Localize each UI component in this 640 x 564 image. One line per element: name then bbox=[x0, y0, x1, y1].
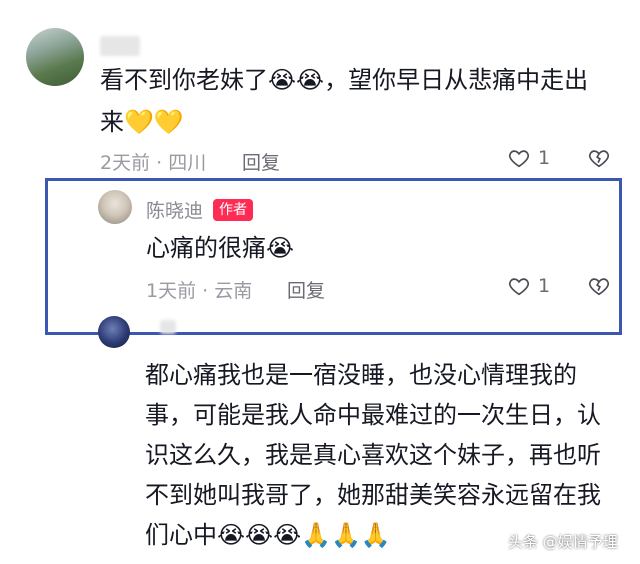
like-button[interactable]: 1 bbox=[508, 147, 550, 169]
comment-text-line: 不到她叫我哥了，她那甜美笑容永远留在我 bbox=[145, 481, 601, 509]
author-name-row: 陈晓迪 作者 bbox=[146, 196, 254, 223]
watermark: 头条 @娱情予理 bbox=[508, 533, 618, 551]
heart-outline-icon bbox=[509, 150, 529, 168]
reply-text: 心痛的很痛😭 bbox=[146, 234, 295, 262]
commenter-avatar[interactable] bbox=[98, 316, 130, 348]
author-avatar[interactable] bbox=[98, 190, 132, 224]
author-username[interactable]: 陈晓迪 bbox=[146, 196, 203, 223]
comment-text: 看不到你老妹了😭😭，望你早日从悲痛中走出 来💛💛 bbox=[100, 62, 620, 140]
comment-text-line: 来💛💛 bbox=[100, 108, 184, 136]
reply-button[interactable]: 回复 bbox=[287, 276, 325, 303]
commenter-username[interactable] bbox=[100, 36, 140, 56]
comment-text-line: 识这么久，我是真心喜欢这个妹子，再也听 bbox=[145, 441, 601, 469]
comment-text: 都心痛我也是一宿没睡，也没心情理我的 事，可能是我人命中最难过的一次生日，认 识… bbox=[145, 355, 615, 555]
broken-heart-icon bbox=[589, 150, 609, 168]
reply-meta: 1天前 · 云南 bbox=[146, 280, 253, 302]
commenter-username[interactable] bbox=[160, 320, 176, 334]
like-count: 1 bbox=[538, 147, 551, 169]
comment-meta: 2天前 · 四川 bbox=[100, 152, 207, 174]
reply-button[interactable]: 回复 bbox=[242, 148, 280, 175]
comment-text-line: 事，可能是我人命中最难过的一次生日，认 bbox=[145, 401, 601, 429]
highlight-box bbox=[45, 178, 622, 335]
like-count: 1 bbox=[538, 275, 551, 297]
like-button[interactable]: 1 bbox=[508, 275, 550, 297]
dislike-button[interactable] bbox=[588, 275, 610, 301]
heart-outline-icon bbox=[509, 278, 529, 296]
comment-text-line: 都心痛我也是一宿没睡，也没心情理我的 bbox=[145, 361, 577, 389]
author-badge: 作者 bbox=[213, 198, 254, 221]
commenter-avatar[interactable] bbox=[26, 28, 84, 86]
dislike-button[interactable] bbox=[588, 147, 610, 173]
broken-heart-icon bbox=[589, 278, 609, 296]
comment-text-line: 看不到你老妹了😭😭，望你早日从悲痛中走出 bbox=[100, 66, 589, 94]
